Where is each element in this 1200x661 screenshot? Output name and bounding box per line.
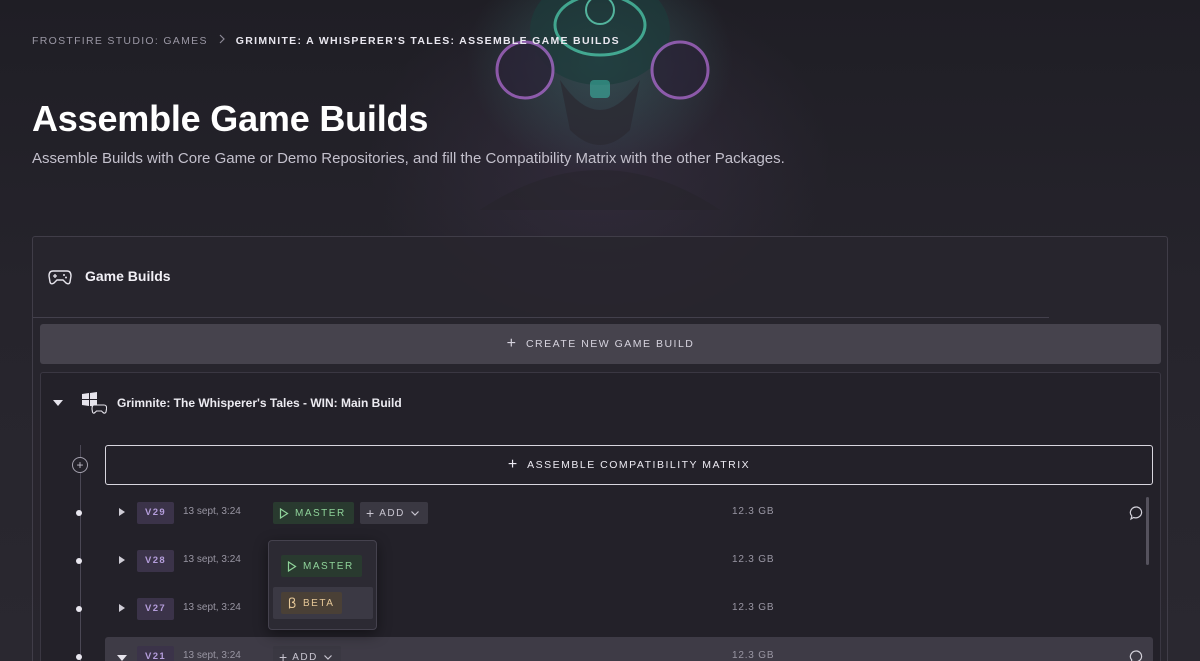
version-badge: V28 bbox=[137, 550, 175, 572]
timeline-dot bbox=[76, 510, 82, 516]
option-label: MASTER bbox=[303, 560, 354, 572]
assemble-button-label: ASSEMBLE COMPATIBILITY MATRIX bbox=[527, 459, 751, 471]
dropdown-option-beta[interactable]: BETA bbox=[273, 587, 373, 619]
add-branch-button[interactable]: + ADD bbox=[360, 502, 428, 524]
build-size: 12.3 GB bbox=[732, 602, 775, 613]
add-label: ADD bbox=[379, 507, 405, 519]
panel-title: Game Builds bbox=[85, 268, 171, 284]
version-date: 13 sept, 3:24 bbox=[183, 602, 241, 613]
plus-icon: + bbox=[366, 505, 375, 521]
beta-icon bbox=[288, 597, 296, 609]
windows-gamepad-icon bbox=[81, 391, 108, 415]
game-builds-panel: Game Builds + CREATE NEW GAME BUILD Grim… bbox=[32, 236, 1168, 661]
breadcrumb-current: GRIMNITE: A WHISPERER'S TALES: ASSEMBLE … bbox=[235, 34, 620, 47]
build-card: Grimnite: The Whisperer's Tales - WIN: M… bbox=[40, 372, 1161, 661]
add-branch-button[interactable]: + ADD bbox=[273, 646, 341, 661]
chevron-down-icon bbox=[323, 655, 332, 660]
create-new-game-build-button[interactable]: + CREATE NEW GAME BUILD bbox=[40, 324, 1161, 364]
version-badge: V21 bbox=[137, 646, 175, 661]
add-circle-icon[interactable]: + bbox=[72, 457, 88, 473]
scrollbar[interactable] bbox=[1146, 497, 1149, 565]
version-date: 13 sept, 3:24 bbox=[183, 554, 241, 565]
hero-character-art bbox=[480, 0, 720, 210]
page-subtitle: Assemble Builds with Core Game or Demo R… bbox=[32, 150, 785, 167]
add-label: ADD bbox=[292, 651, 318, 661]
chevron-down-icon bbox=[410, 511, 419, 516]
option-label: BETA bbox=[303, 597, 335, 609]
caret-right-icon[interactable] bbox=[119, 604, 125, 612]
branch-badge-master: MASTER bbox=[281, 555, 362, 577]
version-badge: V29 bbox=[137, 502, 175, 524]
plus-icon: + bbox=[507, 456, 518, 473]
plus-icon: + bbox=[506, 335, 516, 352]
breadcrumb-item-studio[interactable]: FROSTFIRE STUDIO: GAMES bbox=[32, 35, 208, 47]
version-date: 13 sept, 3:24 bbox=[183, 506, 241, 517]
version-row[interactable]: V27 13 sept, 3:24 12.3 GB bbox=[76, 589, 1153, 629]
page-title: Assemble Game Builds bbox=[32, 98, 429, 139]
build-size: 12.3 GB bbox=[732, 554, 775, 565]
divider bbox=[33, 317, 1049, 318]
play-icon bbox=[279, 507, 289, 519]
caret-right-icon[interactable] bbox=[119, 508, 125, 516]
timeline-dot bbox=[76, 654, 82, 660]
timeline-line bbox=[80, 445, 81, 661]
panel-header: Game Builds bbox=[47, 263, 171, 289]
branch-label: MASTER bbox=[295, 507, 346, 519]
comment-icon[interactable] bbox=[1129, 505, 1145, 521]
version-row-selected[interactable]: V21 13 sept, 3:24 + ADD 12.3 GB bbox=[76, 637, 1153, 661]
build-size: 12.3 GB bbox=[732, 506, 775, 517]
version-badge: V27 bbox=[137, 598, 175, 620]
branch-dropdown-menu: MASTER BETA bbox=[268, 540, 377, 630]
version-row[interactable]: V29 13 sept, 3:24 MASTER + ADD 12.3 GB bbox=[76, 493, 1153, 533]
version-row[interactable]: V28 13 sept, 3:24 12.3 GB bbox=[76, 541, 1153, 581]
caret-down-icon[interactable] bbox=[53, 400, 63, 406]
timeline-dot bbox=[76, 558, 82, 564]
build-size: 12.3 GB bbox=[732, 650, 775, 661]
dropdown-option-master[interactable]: MASTER bbox=[273, 550, 373, 582]
play-icon bbox=[287, 560, 297, 572]
caret-down-icon[interactable] bbox=[117, 655, 127, 661]
gamepad-icon bbox=[47, 263, 73, 289]
breadcrumb: FROSTFIRE STUDIO: GAMES GRIMNITE: A WHIS… bbox=[32, 34, 620, 47]
build-header[interactable]: Grimnite: The Whisperer's Tales - WIN: M… bbox=[53, 391, 402, 415]
caret-right-icon[interactable] bbox=[119, 556, 125, 564]
version-date: 13 sept, 3:24 bbox=[183, 650, 241, 661]
branch-badge-master[interactable]: MASTER bbox=[273, 502, 354, 524]
timeline-dot bbox=[76, 606, 82, 612]
chevron-right-icon bbox=[218, 34, 226, 47]
comment-icon[interactable] bbox=[1129, 649, 1145, 661]
branch-badge-beta: BETA bbox=[281, 592, 343, 614]
create-button-label: CREATE NEW GAME BUILD bbox=[525, 338, 695, 350]
assemble-compatibility-matrix-button[interactable]: + ASSEMBLE COMPATIBILITY MATRIX bbox=[105, 445, 1153, 485]
build-name: Grimnite: The Whisperer's Tales - WIN: M… bbox=[117, 396, 402, 410]
plus-icon: + bbox=[279, 649, 288, 661]
